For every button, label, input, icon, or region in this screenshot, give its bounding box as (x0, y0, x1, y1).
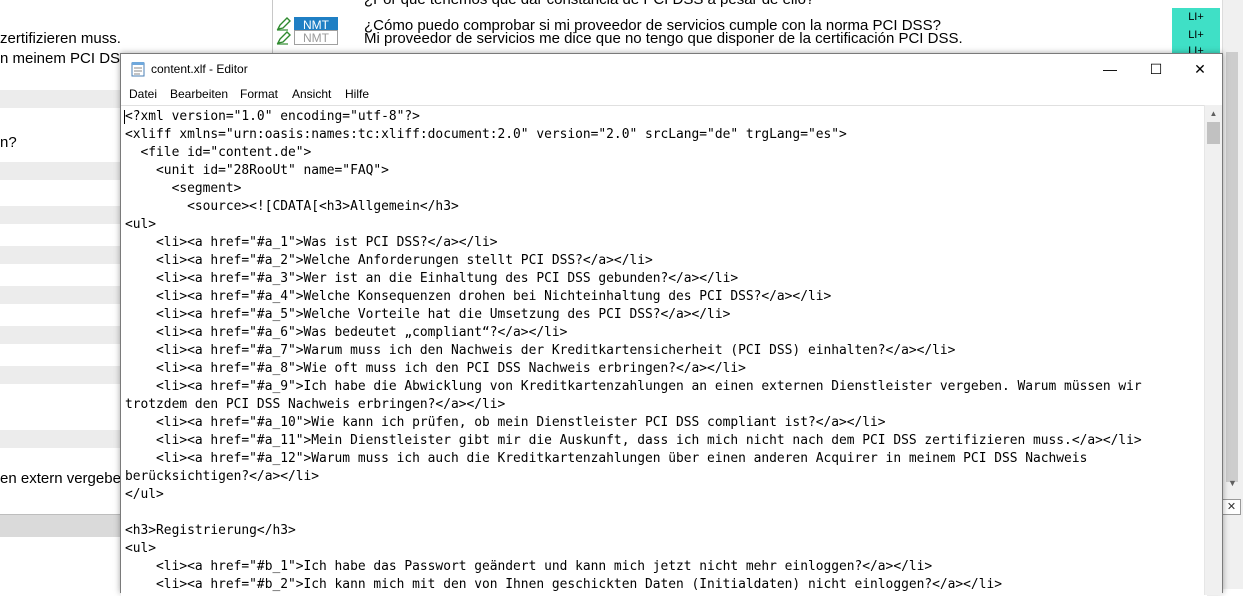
editor-line[interactable]: trotzdem den PCI DSS Nachweis erbringen?… (125, 396, 1142, 414)
menu-ansicht[interactable]: Ansicht (292, 87, 331, 101)
minimize-button[interactable]: — (1087, 54, 1133, 85)
editor-line[interactable]: <unit id="28RooUt" name="FAQ"> (125, 162, 1142, 180)
editor-line[interactable]: <li><a href="#a_1">Was ist PCI DSS?</a><… (125, 234, 1142, 252)
nmt-badge: NMT (294, 30, 338, 45)
text-editor-area[interactable]: <?xml version="1.0" encoding="utf-8"?> <x… (121, 105, 1207, 596)
segment-source[interactable]: n meinem PCI DS (0, 50, 120, 67)
menu-bar: Datei Bearbeiten Format Ansicht Hilfe (121, 85, 1222, 104)
editor-line[interactable]: <li><a href="#a_10">Wie kann ich prüfen,… (125, 414, 1142, 432)
scrollbar-thumb[interactable] (1207, 122, 1220, 144)
window-title: content.xlf - Editor (151, 62, 248, 76)
editor-line[interactable]: <li><a href="#b_1">Ich habe das Passwort… (125, 558, 1142, 576)
editor-line[interactable]: <xliff xmlns="urn:oasis:names:tc:xliff:d… (125, 126, 1142, 144)
editor-line[interactable]: <source><![CDATA[<h3>Allgemein</h3> (125, 198, 1142, 216)
background-scrollbar-thumb[interactable] (1226, 52, 1238, 482)
editor-line[interactable] (125, 504, 1142, 522)
editor-line[interactable]: <li><a href="#a_5">Welche Vorteile hat d… (125, 306, 1142, 324)
editor-line[interactable]: <ul> (125, 216, 1142, 234)
editor-text[interactable]: <?xml version="1.0" encoding="utf-8"?> <x… (124, 108, 1142, 594)
segment-row[interactable]: zertifizieren muss. NMT Mi proveedor de … (0, 26, 1222, 47)
editor-line[interactable]: <li><a href="#a_7">Warum muss ich den Na… (125, 342, 1142, 360)
menu-bearbeiten[interactable]: Bearbeiten (170, 87, 228, 101)
notepad-window: content.xlf - Editor — ☐ ✕ Datei Bearbei… (120, 53, 1223, 596)
editor-line[interactable]: <h3>Registrierung</h3> (125, 522, 1142, 540)
editor-line[interactable]: </ul> (125, 486, 1142, 504)
editor-line[interactable]: <li><a href="#a_11">Mein Dienstleister g… (125, 432, 1142, 450)
column-divider (272, 0, 273, 56)
close-icon[interactable]: ✕ (1222, 499, 1241, 515)
editor-line[interactable]: berücksichtigen?</a></li> (125, 468, 1142, 486)
segment-target[interactable]: Mi proveedor de servicios me dice que no… (364, 30, 963, 47)
menu-datei[interactable]: Datei (129, 87, 157, 101)
editor-line[interactable]: <li><a href="#a_8">Wie oft muss ich den … (125, 360, 1142, 378)
title-bar[interactable]: content.xlf - Editor — ☐ ✕ (121, 54, 1222, 85)
menu-hilfe[interactable]: Hilfe (345, 87, 369, 101)
editor-line[interactable]: <li><a href="#a_12">Warum muss ich auch … (125, 450, 1142, 468)
menu-format[interactable]: Format (240, 87, 278, 101)
vertical-scrollbar[interactable]: ▲ (1204, 105, 1222, 595)
segment-source[interactable]: zertifizieren muss. (0, 30, 121, 47)
segment-row[interactable]: NMT ¿Cómo puedo comprobar si mi proveedo… (0, 8, 1222, 34)
scroll-up-icon[interactable]: ▲ (1205, 105, 1222, 122)
editor-line[interactable]: <li><a href="#a_3">Wer ist an die Einhal… (125, 270, 1142, 288)
scroll-down-icon[interactable]: ▼ (1222, 475, 1243, 491)
segment-source[interactable]: en extern vergebe (0, 470, 121, 487)
editor-line[interactable]: <ul> (125, 540, 1142, 558)
status-badge: LI+ (1172, 8, 1220, 26)
editor-line[interactable]: <li><a href="#a_6">Was bedeutet „complia… (125, 324, 1142, 342)
text-caret (124, 109, 125, 124)
pencil-icon (276, 31, 291, 45)
notepad-icon (131, 62, 145, 77)
editor-line[interactable]: <li><a href="#b_2">Ich kann mich mit den… (125, 576, 1142, 594)
editor-line[interactable]: <li><a href="#a_9">Ich habe die Abwicklu… (125, 378, 1142, 396)
maximize-button[interactable]: ☐ (1133, 54, 1179, 85)
editor-line[interactable]: <?xml version="1.0" encoding="utf-8"?> (124, 108, 1142, 126)
editor-line[interactable]: <li><a href="#a_4">Welche Konsequenzen d… (125, 288, 1142, 306)
segment-target[interactable]: ¿Por qué tenemos que dar constancia de P… (364, 0, 814, 8)
close-button[interactable]: ✕ (1177, 54, 1223, 85)
editor-line[interactable]: <file id="content.de"> (125, 144, 1142, 162)
editor-line[interactable]: <li><a href="#a_2">Welche Anforderungen … (125, 252, 1142, 270)
segment-source[interactable]: n? (0, 134, 17, 151)
editor-line[interactable]: <segment> (125, 180, 1142, 198)
